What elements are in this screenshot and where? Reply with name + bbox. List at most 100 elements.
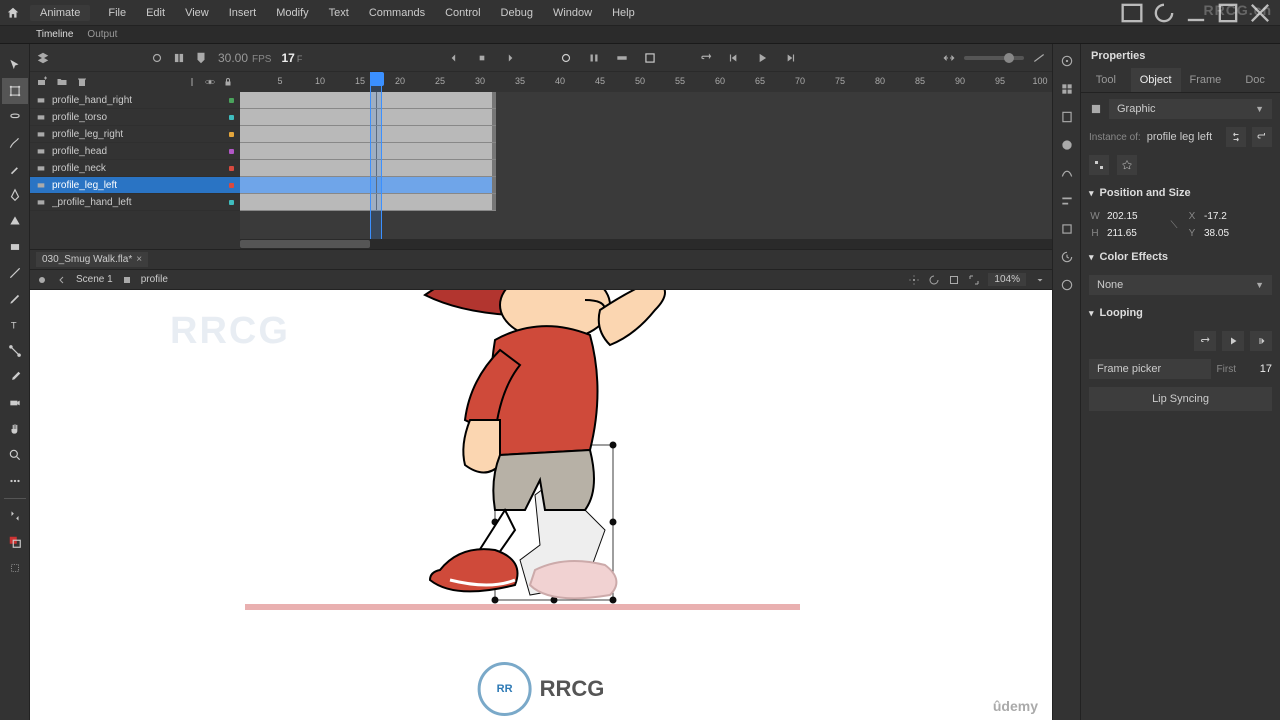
timeline-frames[interactable]: 5101520253035404550556065707580859095100 (240, 72, 1052, 249)
breadcrumb-scene[interactable]: Scene 1 (76, 274, 113, 285)
timeline-zoom-slider[interactable] (964, 56, 1024, 60)
width-value[interactable]: 202.15 (1107, 211, 1162, 222)
tab-doc[interactable]: Doc (1230, 68, 1280, 92)
zoom-dropdown-icon[interactable] (1034, 274, 1046, 286)
free-transform-tool-icon[interactable] (2, 78, 28, 104)
color-effect-select[interactable]: None▼ (1089, 275, 1272, 295)
loop-playback-icon[interactable] (699, 51, 713, 65)
tab-object[interactable]: Object (1131, 68, 1181, 92)
menu-commands[interactable]: Commands (361, 5, 433, 21)
tab-tool[interactable]: Tool (1081, 68, 1131, 92)
more-tools-icon[interactable] (2, 468, 28, 494)
hand-tool-icon[interactable] (2, 416, 28, 442)
pencil-tool-icon[interactable] (2, 286, 28, 312)
align-panel-icon[interactable] (1060, 194, 1074, 208)
track-row[interactable] (240, 126, 496, 143)
section-looping[interactable]: Looping (1100, 307, 1143, 319)
loop-mode-once-icon[interactable] (1222, 331, 1244, 351)
menu-window[interactable]: Window (545, 5, 600, 21)
play-icon[interactable] (755, 51, 769, 65)
line-tool-icon[interactable] (2, 260, 28, 286)
instance-type-select[interactable]: Graphic▼ (1109, 99, 1272, 119)
eyedropper-tool-icon[interactable] (2, 364, 28, 390)
loop-icon[interactable] (643, 51, 657, 65)
onion-outlines-icon[interactable] (559, 51, 573, 65)
edit-symbol-icon[interactable] (1252, 127, 1272, 147)
resize-timeline-icon[interactable] (1032, 51, 1046, 65)
show-hide-layers-icon[interactable] (204, 76, 216, 88)
swap-symbol-icon[interactable] (1226, 127, 1246, 147)
fit-timeline-icon[interactable] (942, 51, 956, 65)
menu-text[interactable]: Text (321, 5, 357, 21)
layer-row[interactable]: profile_hand_right (30, 92, 240, 109)
track-row[interactable] (240, 109, 496, 126)
menu-control[interactable]: Control (437, 5, 488, 21)
layer-row[interactable]: profile_neck (30, 160, 240, 177)
center-frame-icon[interactable] (615, 51, 629, 65)
edit-scene-icon[interactable] (36, 274, 48, 286)
rotate-stage-icon[interactable] (928, 274, 940, 286)
loop-mode-single-icon[interactable] (1250, 331, 1272, 351)
layer-row[interactable]: profile_leg_right (30, 126, 240, 143)
new-layer-icon[interactable] (36, 76, 48, 88)
shape-tool-icon[interactable] (2, 208, 28, 234)
text-tool-icon[interactable]: T (2, 312, 28, 338)
lock-layers-icon[interactable] (222, 76, 234, 88)
track-row[interactable] (240, 92, 496, 109)
zoom-value[interactable]: 104% (988, 273, 1026, 286)
add-filter-icon[interactable] (1117, 155, 1137, 175)
camera-tool-icon[interactable] (2, 390, 28, 416)
motion-panel-icon[interactable] (1060, 166, 1074, 180)
fps-value[interactable]: 30.00 (218, 51, 248, 65)
components-panel-icon[interactable] (1060, 278, 1074, 292)
layer-row[interactable]: profile_torso (30, 109, 240, 126)
new-folder-icon[interactable] (56, 76, 68, 88)
tab-output[interactable]: Output (87, 29, 117, 40)
menu-debug[interactable]: Debug (493, 5, 541, 21)
center-stage-icon[interactable] (908, 274, 920, 286)
document-tab[interactable]: 030_Smug Walk.fla* × (36, 252, 148, 267)
stage[interactable]: RRCG (30, 290, 1052, 720)
track-row[interactable] (240, 160, 496, 177)
step-back-icon[interactable] (727, 51, 741, 65)
menu-modify[interactable]: Modify (268, 5, 316, 21)
lock-aspect-icon[interactable]: ⟍ (1168, 220, 1180, 231)
layer-row[interactable]: _profile_hand_left (30, 194, 240, 211)
track-row[interactable] (240, 194, 496, 211)
track-row[interactable] (240, 177, 496, 194)
lip-syncing-button[interactable]: Lip Syncing (1089, 387, 1272, 411)
breadcrumb-symbol[interactable]: profile (141, 274, 168, 285)
menu-file[interactable]: File (100, 5, 134, 21)
y-value[interactable]: 38.05 (1204, 228, 1259, 239)
transform-panel-icon[interactable] (1060, 222, 1074, 236)
back-icon[interactable] (56, 274, 68, 286)
loop-mode-loop-icon[interactable] (1194, 331, 1216, 351)
step-forward-icon[interactable] (783, 51, 797, 65)
insert-keyframe-icon[interactable] (475, 51, 489, 65)
menu-insert[interactable]: Insert (221, 5, 265, 21)
delete-layer-icon[interactable] (76, 76, 88, 88)
menu-help[interactable]: Help (604, 5, 643, 21)
layer-row[interactable]: profile_head (30, 143, 240, 160)
fit-stage-icon[interactable] (968, 274, 980, 286)
selection-tool-icon[interactable] (2, 52, 28, 78)
library-panel-icon[interactable] (1060, 110, 1074, 124)
highlight-layers-icon[interactable] (186, 76, 198, 88)
break-apart-icon[interactable] (1089, 155, 1109, 175)
rectangle-tool-icon[interactable] (2, 234, 28, 260)
marker-icon[interactable] (194, 51, 208, 65)
swap-colors-icon[interactable] (2, 503, 28, 529)
menu-edit[interactable]: Edit (138, 5, 173, 21)
zoom-tool-icon[interactable] (2, 442, 28, 468)
fill-stroke-swatch-icon[interactable] (2, 529, 28, 555)
section-color-effects[interactable]: Color Effects (1100, 251, 1168, 263)
track-row[interactable] (240, 143, 496, 160)
character-artwork[interactable] (300, 290, 720, 630)
x-value[interactable]: -17.2 (1204, 211, 1259, 222)
layers-icon[interactable] (36, 51, 50, 65)
width-tool-options-icon[interactable] (2, 555, 28, 581)
height-value[interactable]: 211.65 (1107, 228, 1162, 239)
tab-frame[interactable]: Frame (1181, 68, 1231, 92)
tab-timeline[interactable]: Timeline (36, 29, 73, 40)
prev-keyframe-icon[interactable] (447, 51, 461, 65)
